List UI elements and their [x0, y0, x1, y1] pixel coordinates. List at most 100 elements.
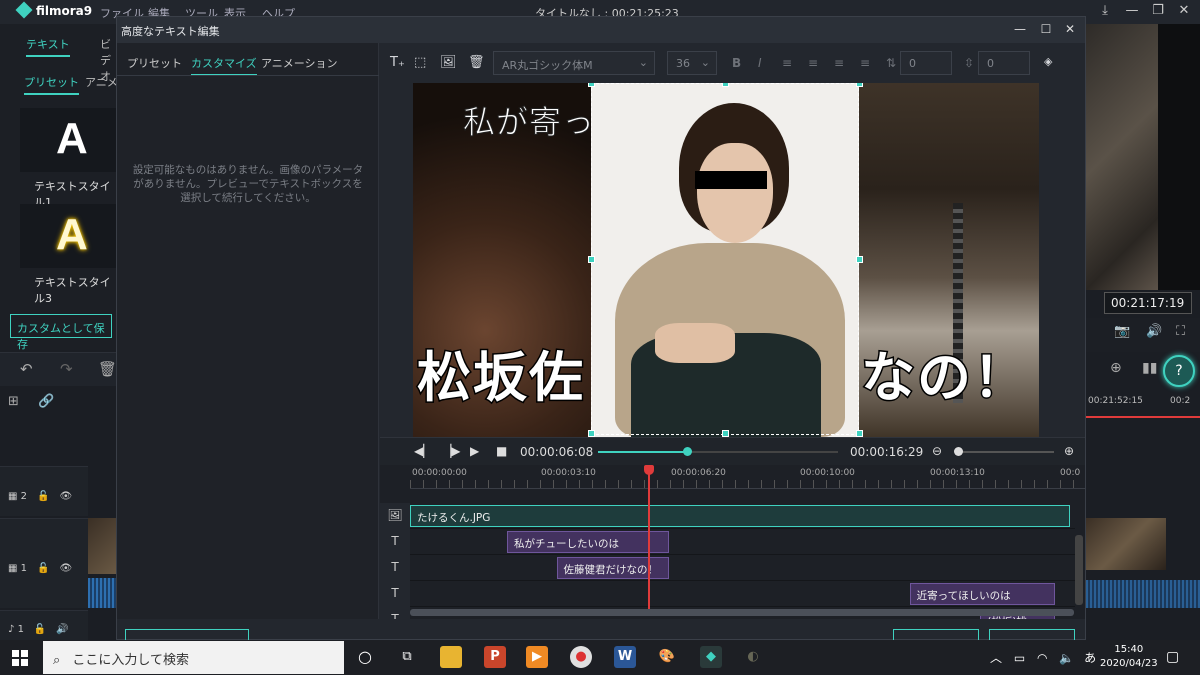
task-view-icon[interactable]: ⧉	[396, 646, 418, 668]
taskbar-clock[interactable]: 15:40 2020/04/23	[1100, 643, 1158, 671]
zoom-knob[interactable]	[954, 447, 963, 456]
delete-element-icon[interactable]: 🗑	[468, 55, 485, 70]
align-right-icon[interactable]: ≡	[834, 56, 844, 70]
text-toolbar: T₊ ⬚ 🖼 🗑 AR丸ゴシック体M ⌄ 36 ⌄ B I ≡ ≡ ≡ ≡ ⇅ …	[380, 43, 1085, 83]
help-button[interactable]: ?	[1163, 355, 1195, 387]
download-icon[interactable]: ⤓	[1095, 3, 1115, 18]
ime-indicator[interactable]: あ	[1084, 651, 1096, 665]
zoom-in-icon[interactable]: ⊕	[1064, 444, 1074, 458]
playhead[interactable]	[647, 465, 650, 611]
dialog-preview-canvas[interactable]: 私が寄っ 松坂佐 なの！	[413, 83, 1039, 437]
tray-expand-icon[interactable]: ︿	[990, 651, 1002, 665]
add-text-icon[interactable]: T₊	[390, 55, 405, 70]
chrome-icon[interactable]: ●	[570, 646, 592, 668]
keyframe-icon[interactable]: ◈	[1044, 55, 1052, 68]
tab-animation[interactable]: アニメーション	[261, 55, 338, 71]
font-select[interactable]: AR丸ゴシック体M ⌄	[493, 51, 655, 75]
preview-caption-big-left[interactable]: 松坂佐	[416, 333, 585, 412]
zoom-in-icon[interactable]: ⊕	[1110, 360, 1122, 376]
resize-handle[interactable]	[588, 430, 595, 437]
subtab-animation[interactable]: アニメ	[85, 74, 118, 90]
image-clip[interactable]: たけるくん.JPG	[410, 505, 1070, 527]
powerpoint-icon[interactable]: P	[484, 646, 506, 668]
add-image-icon[interactable]: 🖼	[440, 55, 457, 70]
windows-logo-icon	[12, 650, 19, 657]
text-style-3-tile[interactable]: A	[20, 204, 120, 268]
preview-caption-top[interactable]: 私が寄っ	[462, 97, 595, 143]
minimize-icon[interactable]: —	[1122, 3, 1142, 18]
next-frame-icon[interactable]: ▕▶	[442, 444, 460, 458]
save-as-custom-button[interactable]: カスタムとして保存	[10, 314, 112, 351]
text-clip[interactable]: 近寄ってほしいのは	[909, 583, 1056, 605]
text-clip[interactable]: 佐藤健君だけなの！	[556, 557, 670, 579]
resize-handle[interactable]	[722, 430, 729, 437]
zoom-slider[interactable]	[954, 447, 1054, 456]
resize-handle[interactable]	[856, 430, 863, 437]
text-style-1-tile[interactable]: A	[20, 108, 120, 172]
windows-taskbar: ⌕ ここに入力して検索 ○ ⧉ P ▶ ● W 🎨 ◆ ◐ ︿ ▭ ◠ 🔈 あ …	[0, 640, 1200, 675]
text-clip[interactable]: 私がチューしたいのは	[507, 531, 670, 553]
delete-icon[interactable]: 🗑	[98, 360, 117, 378]
taskbar-search[interactable]: ⌕ ここに入力して検索	[43, 641, 344, 674]
wifi-icon[interactable]: ◠	[1037, 651, 1047, 665]
app-icon[interactable]: ◐	[742, 646, 764, 668]
media-player-icon[interactable]: ▶	[526, 646, 548, 668]
preview-caption-big-right[interactable]: なの！	[860, 333, 1029, 412]
timeline-ruler[interactable]: 00:00:00:00 00:00:03:10 00:00:06:20 00:0…	[410, 465, 1085, 489]
italic-icon[interactable]: I	[758, 56, 762, 70]
word-icon[interactable]: W	[614, 646, 636, 668]
subtab-preset[interactable]: プリセット	[24, 74, 79, 95]
zoom-out-icon[interactable]: ⊖	[932, 444, 942, 458]
resize-handle[interactable]	[856, 83, 863, 87]
ruler-label: 00:00:06:20	[671, 468, 726, 478]
vertical-scrollbar[interactable]	[1075, 535, 1083, 605]
paint-icon[interactable]: 🎨	[656, 646, 678, 668]
dialog-maximize-icon[interactable]: ☐	[1035, 22, 1057, 36]
dialog-close-icon[interactable]: ✕	[1059, 22, 1081, 36]
resize-handle[interactable]	[588, 83, 595, 87]
battery-icon[interactable]: ▭	[1014, 651, 1025, 665]
align-justify-icon[interactable]: ≡	[860, 56, 870, 70]
resize-handle[interactable]	[856, 256, 863, 263]
file-explorer-icon[interactable]	[440, 646, 462, 668]
search-icon: ⌕	[53, 653, 61, 668]
redo-icon[interactable]: ↷	[60, 360, 73, 378]
scrubber-knob[interactable]	[682, 447, 692, 456]
link-icon[interactable]: 🔗	[38, 394, 54, 409]
snapshot-icon[interactable]: 📷	[1114, 324, 1130, 339]
char-spacing-input[interactable]: 0	[978, 51, 1030, 75]
start-button[interactable]	[12, 650, 28, 666]
undo-icon[interactable]: ↶	[20, 360, 33, 378]
add-track-icon[interactable]: ⊞	[8, 394, 19, 409]
play-icon[interactable]: ▶	[470, 444, 479, 458]
horizontal-scrollbar[interactable]	[410, 609, 1074, 616]
align-center-icon[interactable]: ≡	[808, 56, 818, 70]
bold-icon[interactable]: B	[732, 56, 741, 70]
volume-icon[interactable]: 🔊	[1146, 324, 1162, 339]
playback-scrubber[interactable]	[598, 447, 838, 456]
tab-customize[interactable]: カスタマイズ	[191, 55, 257, 76]
prev-frame-icon[interactable]: ◀▏	[414, 444, 432, 458]
main-video-clip-thumb[interactable]	[88, 518, 118, 574]
playhead-handle[interactable]	[643, 465, 654, 475]
stop-icon[interactable]: ■	[496, 444, 507, 458]
tab-text[interactable]: テキスト	[26, 36, 70, 57]
resize-handle[interactable]	[722, 83, 729, 87]
restore-icon[interactable]: ❐	[1148, 3, 1168, 18]
line-spacing-input[interactable]: 0	[900, 51, 952, 75]
align-left-icon[interactable]: ≡	[782, 56, 792, 70]
close-app-icon[interactable]: ✕	[1174, 3, 1194, 18]
add-shape-icon[interactable]: ⬚	[414, 55, 426, 70]
pause-marker-icon[interactable]: ▮▮	[1142, 360, 1157, 376]
filmora-taskbar-icon[interactable]: ◆	[700, 646, 722, 668]
tab-preset[interactable]: プリセット	[127, 55, 182, 71]
notification-icon[interactable]: ▢	[1166, 649, 1179, 665]
style-preview-letter: A	[56, 210, 88, 259]
main-video-clip-right[interactable]	[1086, 518, 1166, 570]
font-size-select[interactable]: 36 ⌄	[667, 51, 717, 75]
fullscreen-icon[interactable]: ⛶	[1176, 324, 1185, 339]
dialog-minimize-icon[interactable]: —	[1009, 22, 1031, 36]
resize-handle[interactable]	[588, 256, 595, 263]
speaker-icon[interactable]: 🔈	[1059, 651, 1074, 665]
cortana-icon[interactable]: ○	[354, 646, 376, 668]
